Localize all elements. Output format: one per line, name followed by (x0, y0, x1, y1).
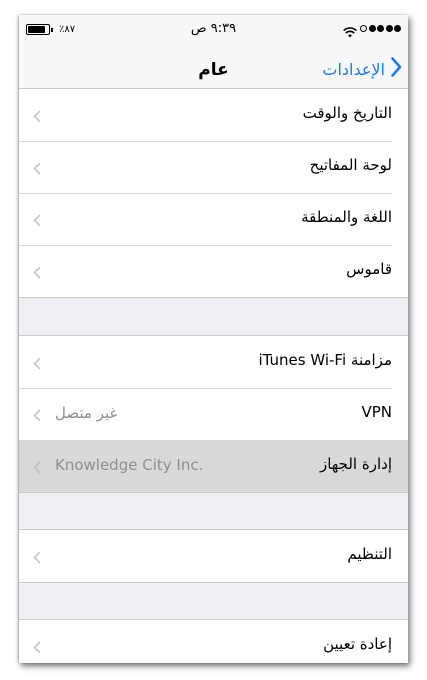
chevron-right-icon (391, 57, 402, 81)
back-button[interactable]: الإعدادات (322, 57, 402, 81)
row-value: غير متصل (55, 404, 118, 422)
settings-group-4: إعادة تعيين (19, 619, 408, 663)
row-label: إعادة تعيين (323, 635, 392, 653)
chevron-left-icon (33, 264, 41, 283)
row-label: التاريخ والوقت (302, 104, 392, 122)
row-label: لوحة المفاتيح (309, 156, 392, 174)
row-label: VPN (361, 403, 392, 421)
settings-group-2: مزامنة iTunes Wi-Fi غير متصل VPN Knowled… (19, 335, 408, 493)
back-button-label: الإعدادات (322, 59, 385, 79)
settings-row-device-management[interactable]: Knowledge City Inc. إدارة الجهاز (19, 440, 408, 492)
chevron-left-icon (33, 549, 41, 568)
row-label: اللغة والمنطقة (301, 208, 392, 226)
settings-row-vpn[interactable]: غير متصل VPN (19, 388, 408, 440)
status-bar: ٪٨٧ ٩:٣٩ ص (19, 15, 408, 45)
chevron-left-icon (33, 212, 41, 231)
settings-row-dictionary[interactable]: قاموس (19, 245, 408, 297)
settings-row-language-region[interactable]: اللغة والمنطقة (19, 193, 408, 245)
chevron-left-icon (33, 355, 41, 374)
row-label: مزامنة iTunes Wi-Fi (258, 351, 392, 369)
row-label: إدارة الجهاز (319, 455, 392, 473)
chevron-left-icon (33, 407, 41, 426)
chevron-left-icon (33, 160, 41, 179)
settings-row-regulatory[interactable]: التنظيم (19, 530, 408, 582)
signal-strength-icon (360, 25, 401, 32)
chevron-left-icon (33, 459, 41, 478)
row-label: التنظيم (347, 545, 392, 563)
settings-row-keyboard[interactable]: لوحة المفاتيح (19, 141, 408, 193)
settings-group-3: التنظيم (19, 529, 408, 583)
chevron-left-icon (33, 108, 41, 127)
settings-row-date-time[interactable]: التاريخ والوقت (19, 89, 408, 141)
chevron-left-icon (33, 639, 41, 658)
settings-row-itunes-wifi-sync[interactable]: مزامنة iTunes Wi-Fi (19, 336, 408, 388)
wifi-icon (343, 23, 357, 42)
settings-row-reset[interactable]: إعادة تعيين (19, 620, 408, 663)
settings-group-1: التاريخ والوقت لوحة المفاتيح اللغة والمن… (19, 88, 408, 298)
row-value: Knowledge City Inc. (55, 456, 204, 474)
phone-screen: ٪٨٧ ٩:٣٩ ص عام الإعدادات التاريخ والوقت (19, 15, 408, 663)
row-label: قاموس (346, 260, 392, 278)
